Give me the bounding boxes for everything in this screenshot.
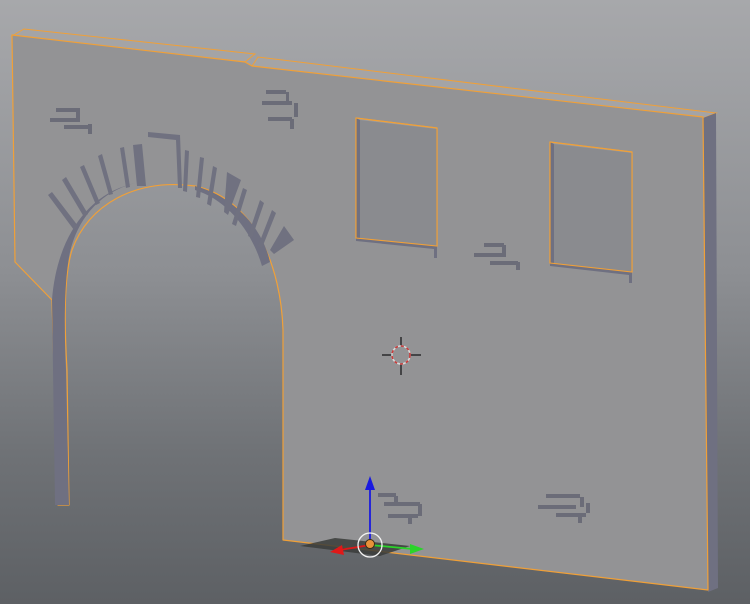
viewport-scene [10,28,718,592]
window-left-opening [360,120,437,246]
window-left-side [356,118,360,240]
window-left [355,117,438,258]
window-right [549,141,633,283]
window-right-side [550,142,554,266]
window-right-opening [554,144,632,272]
3d-viewport[interactable] [0,0,750,604]
gizmo-origin-dot[interactable] [365,539,375,549]
